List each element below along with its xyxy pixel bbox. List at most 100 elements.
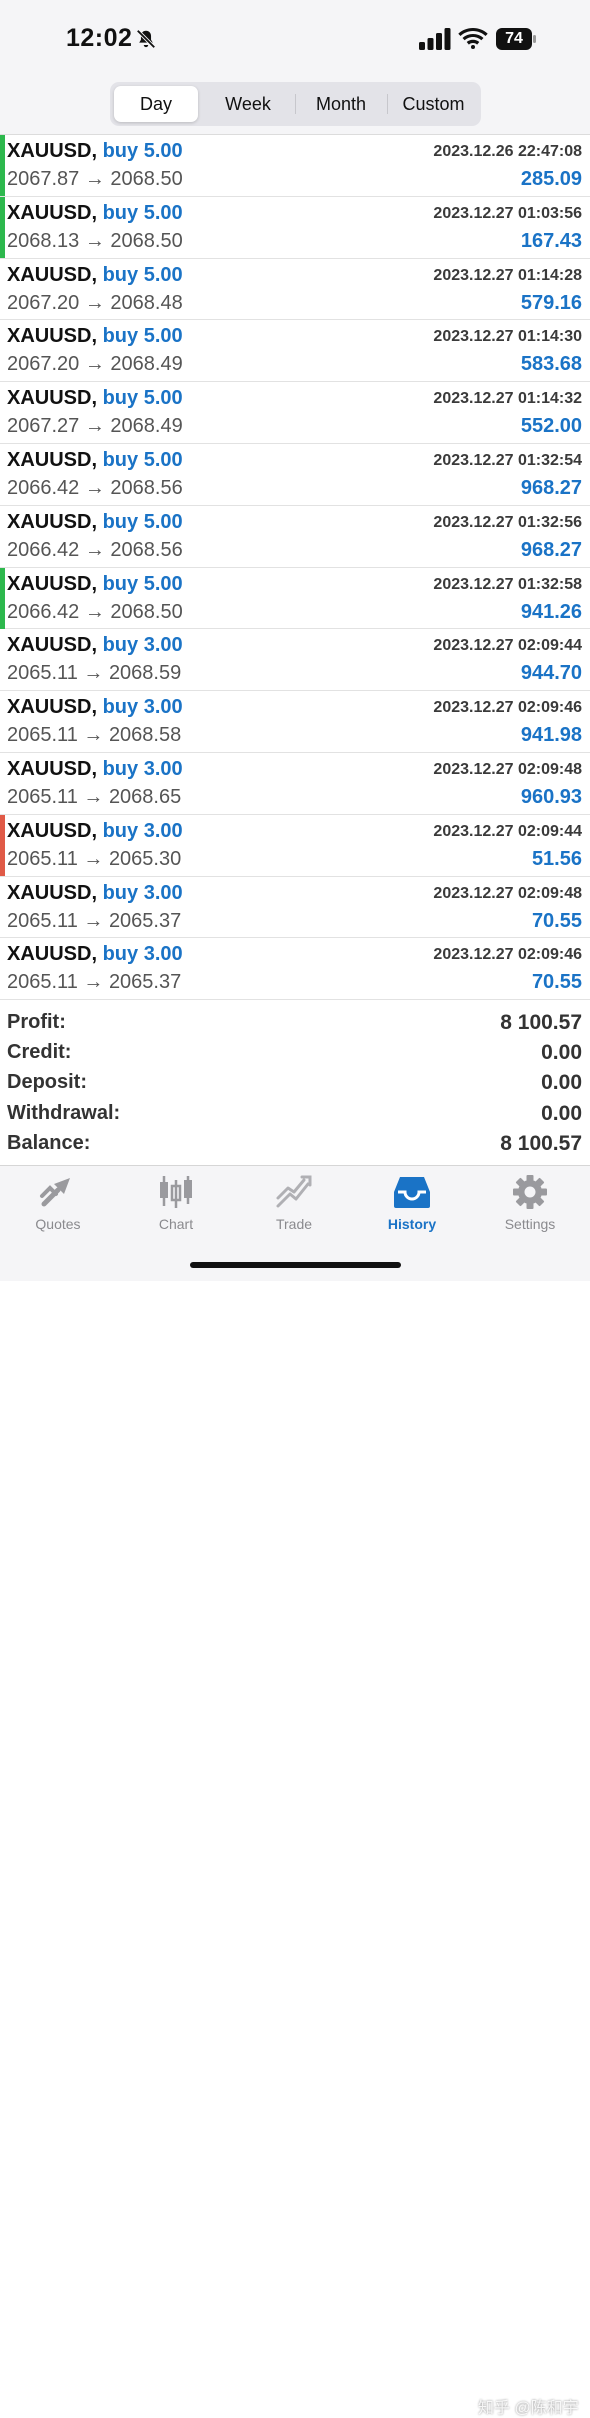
period-week-button[interactable]: Week	[202, 86, 294, 122]
trade-type: buy 5.00	[102, 140, 183, 162]
trade-prices: 2065.11 → 2068.65	[7, 786, 181, 809]
symbol-name: XAUUSD,	[7, 263, 98, 286]
arrow-icon: →	[84, 476, 105, 499]
trade-row[interactable]: XAUUSD, buy 5.00 2023.12.27 01:14:30 2067.…	[0, 320, 590, 383]
trade-history-list: XAUUSD, buy 5.00 2023.12.26 22:47:08 2067.…	[0, 135, 590, 1001]
close-price: 2068.56	[110, 538, 183, 561]
trade-datetime: 2023.12.27 02:09:46	[433, 699, 582, 717]
close-price: 2068.48	[110, 291, 183, 314]
symbol-name: XAUUSD,	[7, 881, 98, 904]
tab-history[interactable]: History	[357, 1174, 467, 1244]
trade-row[interactable]: XAUUSD, buy 3.00 2023.12.27 02:09:44 2065.…	[0, 629, 590, 692]
symbol-name: XAUUSD,	[7, 510, 98, 533]
open-price: 2065.11	[7, 847, 78, 870]
symbol-name: XAUUSD,	[7, 201, 98, 224]
trade-prices: 2067.20 → 2068.48	[7, 292, 183, 315]
arrow-icon: →	[83, 662, 104, 685]
trade-row[interactable]: XAUUSD, buy 5.00 2023.12.27 01:14:32 2067.…	[0, 382, 590, 444]
trade-prices: 2067.87 → 2068.50	[7, 168, 183, 191]
summary-row: Balance: 8 100.57	[0, 1129, 590, 1159]
tab-settings[interactable]: Settings	[475, 1174, 585, 1244]
account-summary: Profit: 8 100.57 Credit: 0.00 Deposit: 0.00 Wi…	[0, 1008, 590, 1159]
symbol-name: XAUUSD,	[7, 696, 98, 719]
trade-prices: 2065.11 → 2068.59	[7, 662, 181, 685]
summary-value: 0.00	[541, 1041, 582, 1065]
trade-symbol: XAUUSD, buy 3.00	[7, 882, 183, 905]
trade-row[interactable]: XAUUSD, buy 5.00 2023.12.26 22:47:08 2067.…	[0, 135, 590, 197]
trade-datetime: 2023.12.27 01:32:54	[433, 451, 582, 469]
trade-profit: 579.16	[520, 291, 582, 314]
trade-row[interactable]: XAUUSD, buy 3.00 2023.12.27 02:09:46 2065.…	[0, 691, 590, 753]
symbol-name: XAUUSD,	[7, 448, 98, 471]
close-price: 2065.37	[108, 971, 182, 994]
trade-datetime: 2023.12.27 02:09:44	[433, 822, 582, 840]
trade-row[interactable]: XAUUSD, buy 5.00 2023.12.27 01:03:56 2068.…	[0, 196, 590, 259]
battery-icon: 74	[496, 28, 538, 50]
period-custom-button[interactable]: Custom	[388, 86, 479, 122]
summary-label: Balance:	[7, 1131, 91, 1154]
trade-row[interactable]: XAUUSD, buy 3.00 2023.12.27 02:09:46 2065.…	[0, 938, 590, 1001]
tab-history-label: History	[387, 1216, 437, 1232]
trade-result-marker	[0, 135, 5, 196]
trade-type: buy 3.00	[102, 696, 183, 719]
trade-row[interactable]: XAUUSD, buy 3.00 2023.12.27 02:09:48 2065.…	[0, 877, 590, 939]
home-indicator[interactable]	[190, 1262, 401, 1268]
period-day-button[interactable]: Day	[114, 86, 198, 122]
trade-row[interactable]: XAUUSD, buy 5.00 2023.12.27 01:32:54 2066.…	[0, 444, 590, 506]
close-price: 2068.56	[110, 476, 183, 499]
arrow-icon: →	[84, 538, 105, 561]
summary-value: 8 100.57	[500, 1131, 582, 1155]
tab-quotes[interactable]: Quotes	[3, 1174, 113, 1244]
trade-result-marker	[0, 320, 5, 381]
close-price: 2068.65	[108, 785, 182, 808]
close-price: 2068.50	[110, 168, 183, 190]
trade-profit: 968.27	[520, 538, 582, 561]
trade-datetime: 2023.12.27 02:09:48	[433, 884, 582, 902]
trade-symbol: XAUUSD, buy 5.00	[7, 449, 183, 472]
trade-datetime: 2023.12.27 01:32:58	[433, 575, 582, 593]
tab-trade[interactable]: Trade	[239, 1174, 349, 1244]
open-price: 2066.42	[7, 476, 80, 499]
battery-level: 74	[505, 30, 523, 47]
summary-label: Deposit:	[7, 1071, 87, 1094]
trade-prices: 2065.11 → 2065.37	[7, 910, 181, 933]
trade-prices: 2065.11 → 2065.30	[7, 848, 181, 871]
trade-result-marker	[0, 753, 5, 814]
trade-profit: 944.70	[520, 662, 582, 685]
open-price: 2067.27	[7, 415, 80, 438]
summary-label: Credit:	[7, 1041, 72, 1064]
trade-symbol: XAUUSD, buy 5.00	[7, 511, 183, 534]
trade-row[interactable]: XAUUSD, buy 5.00 2023.12.27 01:32:56 2066.…	[0, 506, 590, 568]
trade-row[interactable]: XAUUSD, buy 5.00 2023.12.27 01:14:28 2067.…	[0, 259, 590, 321]
trade-type: buy 5.00	[102, 448, 183, 471]
arrow-icon: →	[83, 971, 104, 994]
trade-profit: 583.68	[520, 353, 582, 376]
trade-datetime: 2023.12.27 02:09:48	[433, 760, 582, 778]
period-filter-bar: Day Week Month Custom	[0, 80, 590, 135]
trade-datetime: 2023.12.27 01:03:56	[433, 204, 582, 222]
open-price: 2068.13	[7, 229, 80, 252]
period-month-button[interactable]: Month	[296, 86, 386, 122]
trade-symbol: XAUUSD, buy 3.00	[7, 634, 183, 657]
open-price: 2065.11	[7, 724, 78, 747]
status-bar: 12:02 74	[0, 0, 590, 80]
summary-row: Deposit: 0.00	[0, 1068, 590, 1098]
trade-profit: 968.27	[520, 476, 582, 499]
tab-chart[interactable]: Chart	[121, 1174, 231, 1244]
trade-result-marker	[0, 196, 5, 258]
trade-symbol: XAUUSD, buy 3.00	[7, 696, 183, 719]
trade-result-marker	[0, 506, 5, 567]
trade-row[interactable]: XAUUSD, buy 5.00 2023.12.27 01:32:58 2066.…	[0, 567, 590, 630]
symbol-name: XAUUSD,	[7, 572, 98, 595]
trade-type: buy 3.00	[102, 881, 183, 904]
trade-row[interactable]: XAUUSD, buy 3.00 2023.12.27 02:09:48 2065.…	[0, 753, 590, 815]
trade-profit: 941.98	[520, 724, 582, 747]
trade-row[interactable]: XAUUSD, buy 3.00 2023.12.27 02:09:44 2065.…	[0, 814, 590, 877]
trade-type: buy 3.00	[102, 634, 183, 657]
trade-symbol: XAUUSD, buy 3.00	[7, 943, 183, 966]
trade-symbol: XAUUSD, buy 5.00	[7, 140, 183, 163]
trade-prices: 2065.11 → 2068.58	[7, 724, 181, 747]
trade-profit: 70.55	[531, 909, 582, 932]
tab-trade-label: Trade	[275, 1216, 313, 1232]
trade-prices: 2067.27 → 2068.49	[7, 415, 183, 438]
